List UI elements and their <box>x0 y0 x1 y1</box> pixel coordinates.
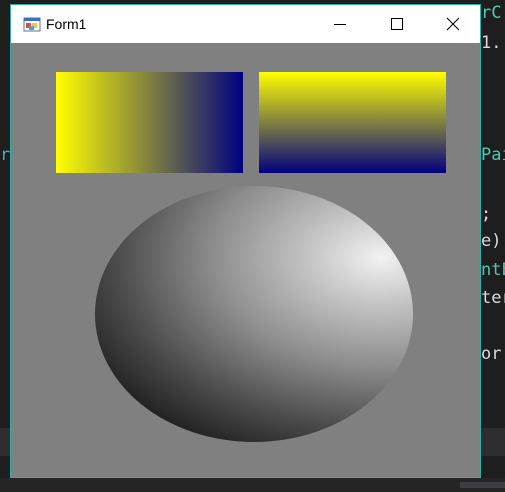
app-icon[interactable] <box>23 15 41 33</box>
background-code-fragment: 1. <box>481 33 502 53</box>
background-code-fragment: e); <box>481 231 505 251</box>
background-code-fragment: r <box>0 145 11 165</box>
background-code-fragment: ; <box>481 204 492 224</box>
background-code-fragment: or. <box>481 344 505 364</box>
background-code-fragment: rC <box>481 3 502 23</box>
vertical-gradient-rectangle <box>259 72 446 173</box>
shaded-sphere <box>95 186 413 442</box>
close-button[interactable] <box>425 5 482 43</box>
background-scrollbar-thumb <box>460 482 505 488</box>
background-scrollbar <box>0 478 505 492</box>
maximize-icon <box>391 18 403 30</box>
client-area <box>11 43 480 477</box>
maximize-button[interactable] <box>369 5 426 43</box>
background-code-fragment: ter <box>481 288 505 308</box>
title-bar[interactable]: Form1 <box>11 5 480 43</box>
minimize-button[interactable] <box>312 5 369 43</box>
minimize-icon <box>334 24 346 25</box>
window-title: Form1 <box>46 16 87 32</box>
close-icon <box>446 17 460 31</box>
background-code-fragment: Pai <box>481 145 505 165</box>
desktop-background: rC 1. r Pai ; e); ntE ter or. Form1 <box>0 0 505 492</box>
form-window: Form1 <box>10 4 481 478</box>
background-code-fragment: ntE <box>481 260 505 280</box>
horizontal-gradient-rectangle <box>56 72 243 173</box>
